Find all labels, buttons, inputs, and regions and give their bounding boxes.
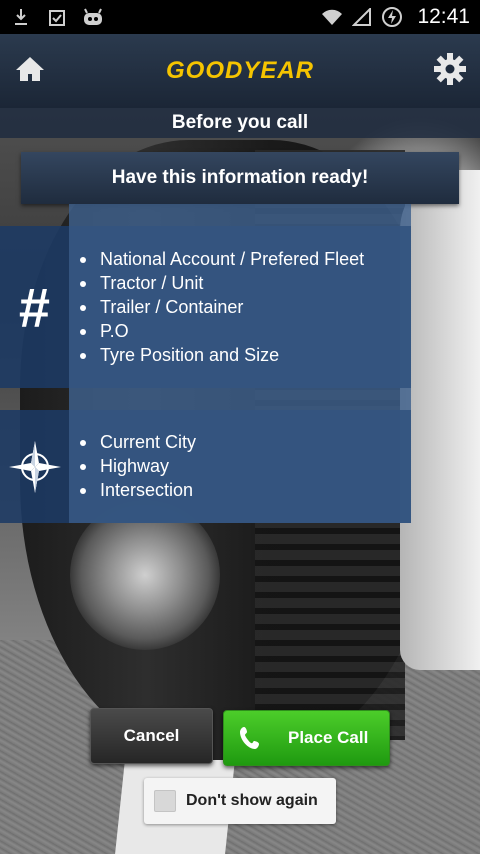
clipboard-check-icon [46, 7, 68, 27]
home-icon [15, 55, 45, 88]
truck-fender [400, 170, 480, 670]
location-section [0, 410, 411, 523]
list-item: National Account / Prefered Fleet [79, 249, 365, 269]
cancel-button-label: Cancel [123, 726, 180, 745]
compass-icon [0, 410, 69, 523]
cancel-button[interactable]: Cancel [90, 708, 213, 764]
phone-icon [238, 725, 264, 751]
settings-button[interactable] [430, 51, 470, 91]
list-item: Intersection [79, 478, 196, 502]
info-banner: Have this information ready! [21, 152, 459, 204]
dont-show-again-checkbox[interactable]: Don't show again [144, 778, 336, 824]
list-item: Tractor / Unit [79, 271, 364, 295]
list-item: Tyre Position and Size [79, 343, 364, 367]
list-item: P.O [79, 319, 364, 343]
hash-icon: # [18, 275, 51, 339]
list-item: Trailer / Container [79, 295, 364, 319]
wifi-icon [321, 7, 343, 27]
list-item: Current City [79, 432, 197, 452]
location-info-list: Current City Highway Intersection [79, 430, 197, 502]
battery-charging-icon [381, 7, 403, 27]
status-bar: 12:41 [0, 0, 480, 34]
download-icon [10, 7, 32, 27]
checkbox-label: Don't show again [186, 792, 318, 809]
signal-icon [351, 7, 373, 27]
gear-icon [433, 52, 467, 91]
place-call-button[interactable]: Place Call [223, 710, 390, 766]
checkbox-box[interactable] [154, 790, 176, 812]
app-header: GOODYEAR [0, 34, 480, 108]
clock: 12:41 [417, 5, 470, 28]
page-title: Before you call [0, 108, 480, 138]
place-call-button-label: Place Call [288, 728, 369, 747]
list-item: Highway [79, 454, 196, 478]
android-icon [82, 7, 104, 27]
account-info-list: National Account / Prefered Fleet Tracto… [79, 247, 365, 367]
home-button[interactable] [10, 51, 50, 91]
goodyear-logo: GOODYEAR [165, 57, 314, 84]
